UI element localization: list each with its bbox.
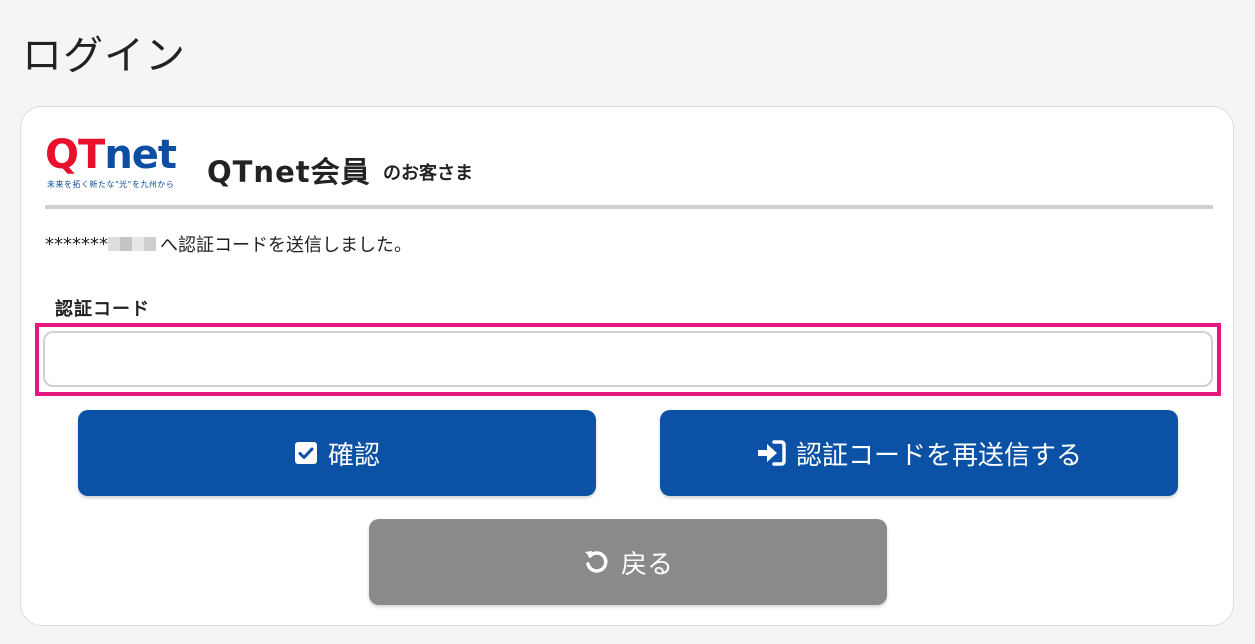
logo-t: T [78,132,105,178]
back-button[interactable]: 戻る [369,519,887,605]
logo-q: Q [45,132,79,178]
brand-name: QTnet会員 [207,155,371,189]
resend-button-label: 認証コードを再送信する [795,440,1082,471]
back-button-label: 戻る [620,549,673,580]
page-title: ログイン [22,33,186,79]
sent-message-text: へ認証コードを送信しました。 [160,235,412,256]
checkbox-checked-icon [294,441,318,465]
qtnet-logo: QTnet 未来を拓く新たな"光"を九州から [45,133,187,191]
undo-arrow-icon [583,548,611,576]
brand-suffix: のお客さま [383,163,473,184]
sent-message: ******* へ認証コードを送信しました。 [45,231,412,257]
confirm-button[interactable]: 確認 [78,410,596,496]
verification-code-input[interactable] [43,331,1213,387]
code-label: 認証コード [55,299,150,320]
logo-tagline: 未来を拓く新たな"光"を九州から [47,180,175,189]
sign-in-arrow-icon [756,440,786,466]
brand-header: QTnet 未来を拓く新たな"光"を九州から QTnet会員 のお客さま [45,133,1213,209]
masked-address-prefix: ******* [45,233,108,255]
logo-wordmark: QTnet [45,132,177,178]
resend-code-button[interactable]: 認証コードを再送信する [660,410,1178,496]
confirm-button-label: 確認 [327,440,380,471]
masked-address-blur [108,237,156,251]
logo-net: net [104,132,177,178]
login-card: QTnet 未来を拓く新たな"光"を九州から QTnet会員 のお客さま ***… [20,106,1234,626]
